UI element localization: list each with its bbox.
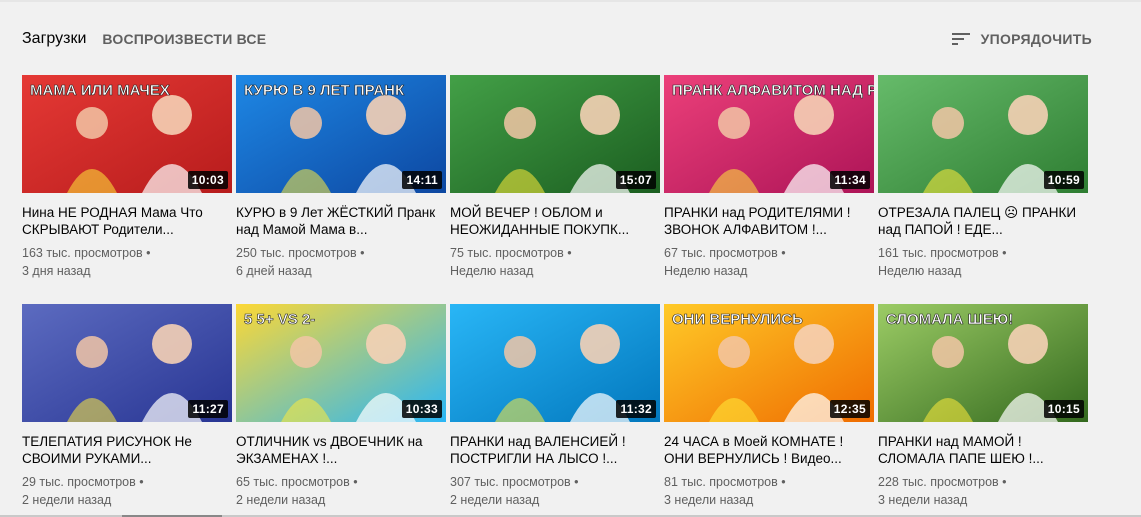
sort-button[interactable]: УПОРЯДОЧИТЬ <box>951 31 1092 47</box>
video-thumbnail[interactable]: КУРЮ В 9 ЛЕТ ПРАНК 14:11 <box>236 75 446 193</box>
video-card[interactable]: ОНИ ВЕРНУЛИСЬ 12:35 24 ЧАСА в Моей КОМНА… <box>664 304 874 514</box>
video-title[interactable]: ПРАНКИ над РОДИТЕЛЯМИ ! ЗВОНОК АЛФАВИТОМ… <box>664 204 864 238</box>
duration-badge: 10:15 <box>1043 400 1084 418</box>
upload-date: 3 недели назад <box>878 493 968 507</box>
view-count: 29 тыс. просмотров <box>22 473 232 491</box>
view-count: 65 тыс. просмотров <box>236 473 446 491</box>
upload-date: 3 дня назад <box>22 264 91 278</box>
video-card[interactable]: МАМА ИЛИ МАЧЕХ 10:03 Нина НЕ РОДНАЯ Мама… <box>22 75 232 285</box>
video-metadata: 65 тыс. просмотров 2 недели назад <box>236 473 446 509</box>
video-title[interactable]: ОТЛИЧНИК vs ДВОЕЧНИК на ЭКЗАМЕНАХ !... <box>236 433 436 467</box>
video-metadata: 250 тыс. просмотров 6 дней назад <box>236 244 446 280</box>
video-card[interactable]: 11:27 ТЕЛЕПАТИЯ РИСУНОК Не СВОИМИ РУКАМИ… <box>22 304 232 514</box>
view-count: 163 тыс. просмотров <box>22 244 232 262</box>
duration-badge: 11:34 <box>830 171 870 189</box>
video-card[interactable]: 15:07 МОЙ ВЕЧЕР ! ОБЛОМ и НЕОЖИДАННЫЕ ПО… <box>450 75 660 285</box>
video-metadata: 75 тыс. просмотров Неделю назад <box>450 244 660 280</box>
video-thumbnail[interactable]: 15:07 <box>450 75 660 193</box>
video-thumbnail[interactable]: СЛОМАЛА ШЕЮ! 10:15 <box>878 304 1088 422</box>
thumbnail-caption: ОНИ ВЕРНУЛИСЬ <box>672 311 803 328</box>
play-all-button[interactable]: ВОСПРОИЗВЕСТИ ВСЕ <box>102 31 266 47</box>
thumbnail-caption: КУРЮ В 9 ЛЕТ ПРАНК <box>244 82 405 99</box>
video-thumbnail[interactable]: МАМА ИЛИ МАЧЕХ 10:03 <box>22 75 232 193</box>
shelf-title-uploads[interactable]: Загрузки <box>22 30 86 48</box>
sort-label: УПОРЯДОЧИТЬ <box>980 31 1092 47</box>
duration-badge: 11:27 <box>188 400 228 418</box>
video-title[interactable]: ПРАНКИ над МАМОЙ ! СЛОМАЛА ПАПЕ ШЕЮ !... <box>878 433 1078 467</box>
video-title[interactable]: ПРАНКИ над ВАЛЕНСИЕЙ ! ПОСТРИГЛИ НА ЛЫСО… <box>450 433 650 467</box>
video-grid: МАМА ИЛИ МАЧЕХ 10:03 Нина НЕ РОДНАЯ Мама… <box>22 75 1088 514</box>
duration-badge: 10:59 <box>1043 171 1084 189</box>
video-card[interactable]: 10:59 ОТРЕЗАЛА ПАЛЕЦ ☹ ПРАНКИ над ПАПОЙ … <box>878 75 1088 285</box>
video-title[interactable]: МОЙ ВЕЧЕР ! ОБЛОМ и НЕОЖИДАННЫЕ ПОКУПК..… <box>450 204 650 238</box>
shelf-header: Загрузки ВОСПРОИЗВЕСТИ ВСЕ УПОРЯДОЧИТЬ <box>22 28 1092 50</box>
video-metadata: 161 тыс. просмотров Неделю назад <box>878 244 1088 280</box>
video-title[interactable]: 24 ЧАСА в Моей КОМНАТЕ ! ОНИ ВЕРНУЛИСЬ !… <box>664 433 864 467</box>
view-count: 250 тыс. просмотров <box>236 244 446 262</box>
top-divider <box>0 0 1141 2</box>
upload-date: Неделю назад <box>450 264 534 278</box>
upload-date: 2 недели назад <box>450 493 540 507</box>
video-card[interactable]: 5 5+ VS 2- 10:33 ОТЛИЧНИК vs ДВОЕЧНИК на… <box>236 304 446 514</box>
video-metadata: 67 тыс. просмотров Неделю назад <box>664 244 874 280</box>
upload-date: 2 недели назад <box>236 493 326 507</box>
video-thumbnail[interactable]: ОНИ ВЕРНУЛИСЬ 12:35 <box>664 304 874 422</box>
video-title[interactable]: ОТРЕЗАЛА ПАЛЕЦ ☹ ПРАНКИ над ПАПОЙ ! ЕДЕ.… <box>878 204 1078 238</box>
upload-date: 6 дней назад <box>236 264 312 278</box>
sort-icon <box>951 31 971 47</box>
video-thumbnail[interactable]: 11:27 <box>22 304 232 422</box>
view-count: 67 тыс. просмотров <box>664 244 874 262</box>
view-count: 81 тыс. просмотров <box>664 473 874 491</box>
video-card[interactable]: СЛОМАЛА ШЕЮ! 10:15 ПРАНКИ над МАМОЙ ! СЛ… <box>878 304 1088 514</box>
video-thumbnail[interactable]: ПРАНК АЛФАВИТОМ НАД РОДИТЕЛЯМИ 11:34 <box>664 75 874 193</box>
video-metadata: 81 тыс. просмотров 3 недели назад <box>664 473 874 509</box>
video-thumbnail[interactable]: 5 5+ VS 2- 10:33 <box>236 304 446 422</box>
duration-badge: 14:11 <box>402 171 442 189</box>
duration-badge: 12:35 <box>829 400 870 418</box>
video-metadata: 29 тыс. просмотров 2 недели назад <box>22 473 232 509</box>
duration-badge: 10:33 <box>401 400 442 418</box>
video-card[interactable]: КУРЮ В 9 ЛЕТ ПРАНК 14:11 КУРЮ в 9 Лет ЖЁ… <box>236 75 446 285</box>
video-title[interactable]: Нина НЕ РОДНАЯ Мама Что СКРЫВАЮТ Родител… <box>22 204 222 238</box>
video-title[interactable]: КУРЮ в 9 Лет ЖЁСТКИЙ Пранк над Мамой Мам… <box>236 204 436 238</box>
duration-badge: 10:03 <box>187 171 228 189</box>
thumbnail-caption: СЛОМАЛА ШЕЮ! <box>886 311 1013 328</box>
duration-badge: 15:07 <box>615 171 656 189</box>
video-thumbnail[interactable]: 10:59 <box>878 75 1088 193</box>
video-title[interactable]: ТЕЛЕПАТИЯ РИСУНОК Не СВОИМИ РУКАМИ... <box>22 433 222 467</box>
view-count: 228 тыс. просмотров <box>878 473 1088 491</box>
thumbnail-caption: 5 5+ VS 2- <box>244 311 315 328</box>
view-count: 161 тыс. просмотров <box>878 244 1088 262</box>
view-count: 307 тыс. просмотров <box>450 473 660 491</box>
thumbnail-caption: ПРАНК АЛФАВИТОМ НАД РОДИТЕЛЯМИ <box>672 82 874 99</box>
video-card[interactable]: ПРАНК АЛФАВИТОМ НАД РОДИТЕЛЯМИ 11:34 ПРА… <box>664 75 874 285</box>
video-card[interactable]: 11:32 ПРАНКИ над ВАЛЕНСИЕЙ ! ПОСТРИГЛИ Н… <box>450 304 660 514</box>
duration-badge: 11:32 <box>616 400 656 418</box>
upload-date: Неделю назад <box>664 264 748 278</box>
video-thumbnail[interactable]: 11:32 <box>450 304 660 422</box>
video-metadata: 163 тыс. просмотров 3 дня назад <box>22 244 232 280</box>
upload-date: Неделю назад <box>878 264 962 278</box>
upload-date: 2 недели назад <box>22 493 112 507</box>
thumbnail-caption: МАМА ИЛИ МАЧЕХ <box>30 82 170 99</box>
upload-date: 3 недели назад <box>664 493 754 507</box>
video-metadata: 228 тыс. просмотров 3 недели назад <box>878 473 1088 509</box>
video-metadata: 307 тыс. просмотров 2 недели назад <box>450 473 660 509</box>
view-count: 75 тыс. просмотров <box>450 244 660 262</box>
